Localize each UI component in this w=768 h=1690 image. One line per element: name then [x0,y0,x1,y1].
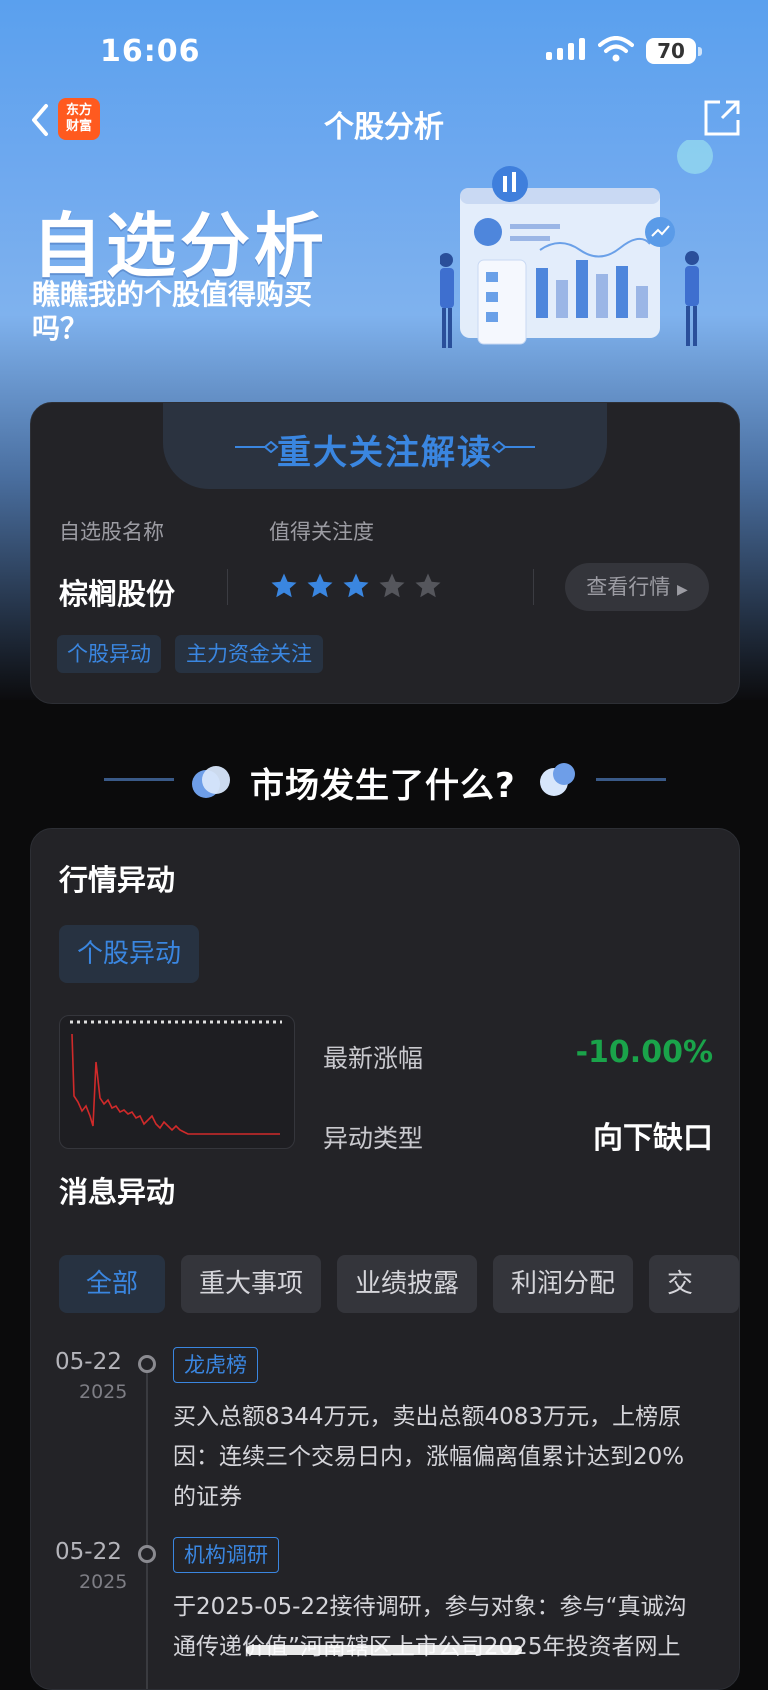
filter-dividends[interactable]: 利润分配 [493,1255,633,1313]
line-left-icon [104,778,174,781]
star-empty-icon [415,573,441,598]
home-indicator[interactable] [246,1645,522,1655]
divider [227,569,228,605]
timeline-tag[interactable]: 龙虎榜 [173,1347,258,1383]
timeline-body: 买入总额8344万元，卖出总额4083万元，上榜原因：连续三个交易日内，涨幅偏离… [173,1404,685,1510]
wifi-icon [598,36,634,62]
news-anomaly-title: 消息异动 [59,1175,176,1209]
view-quotes-label: 查看行情 [586,575,671,599]
market-card: 行情异动 个股异动 最新涨幅 -10.00% 异动类型 向下缺口 消息异动 全部… [30,828,740,1690]
star-filled-icon [271,573,297,598]
share-external-icon[interactable] [702,98,742,138]
divider [533,569,534,605]
stock-name[interactable]: 棕榈股份 [59,571,175,613]
tag-stock-anomaly[interactable]: 个股异动 [57,635,161,673]
anomaly-type-label: 异动类型 [323,1124,424,1153]
star-filled-icon [343,573,369,598]
diamond-right-icon [491,441,535,453]
timeline-date: 05-22 [55,1539,122,1565]
caret-right-icon: ▶ [676,582,688,598]
news-filter-bar: 全部 重大事项 业绩披露 利润分配 交 [59,1255,739,1313]
filter-more[interactable]: 交 [649,1255,739,1313]
bubble-right-icon [540,763,575,796]
timeline-tag[interactable]: 机构调研 [173,1537,279,1573]
anomaly-type-value: 向下缺口 [593,1121,713,1156]
star-filled-icon [307,573,333,598]
filter-all[interactable]: 全部 [59,1255,165,1313]
timeline-line [146,1361,148,1689]
cellular-signal-icon [546,38,585,60]
tag-main-capital[interactable]: 主力资金关注 [175,635,323,673]
star-empty-icon [379,573,405,598]
timeline-date: 05-22 [55,1349,122,1375]
timeline-dot [138,1355,156,1373]
market-anomaly-title: 行情异动 [59,863,176,897]
view-quotes-button[interactable]: 查看行情 ▶ [565,563,709,611]
filter-major-events[interactable]: 重大事项 [181,1255,321,1313]
stock-anomaly-chip[interactable]: 个股异动 [59,925,199,983]
bubble-left-icon [192,766,230,798]
attention-stars [269,571,443,601]
mini-price-chart[interactable] [59,1015,295,1149]
battery-indicator: 70 [646,38,702,64]
section-title-text: 市场发生了什么? [250,766,516,806]
section-title: 市场发生了什么? [0,758,768,808]
latest-change-value: -10.00% [575,1035,713,1070]
line-right-icon [596,778,666,781]
hero-subtitle: 瞧瞧我的个股值得购买吗？ [32,278,313,345]
filter-earnings[interactable]: 业绩披露 [337,1255,477,1313]
focus-card: 重大关注解读 自选股名称 值得关注度 棕榈股份 查看行情 ▶ 个股异动 主力资金… [30,402,740,704]
timeline-dot [138,1545,156,1563]
price-chart-svg [70,1020,282,1135]
hero-title: 自选分析 [32,205,328,287]
stock-name-label: 自选股名称 [59,520,164,544]
attention-label: 值得关注度 [269,520,374,544]
focus-card-title: 重大关注解读 [277,433,493,473]
analysis-illustration-icon [440,140,713,348]
timeline-body: 于2025-05-22接待调研，参与对象：参与“真诚沟通传递价值”河南辖区上市公… [173,1594,687,1660]
status-bar: 16:06 70 [0,0,768,95]
status-time: 16:06 [100,34,201,69]
latest-change-label: 最新涨幅 [323,1044,424,1073]
timeline-year: 2025 [79,1381,128,1403]
timeline-year: 2025 [79,1571,128,1593]
focus-card-header: 重大关注解读 [163,403,607,489]
